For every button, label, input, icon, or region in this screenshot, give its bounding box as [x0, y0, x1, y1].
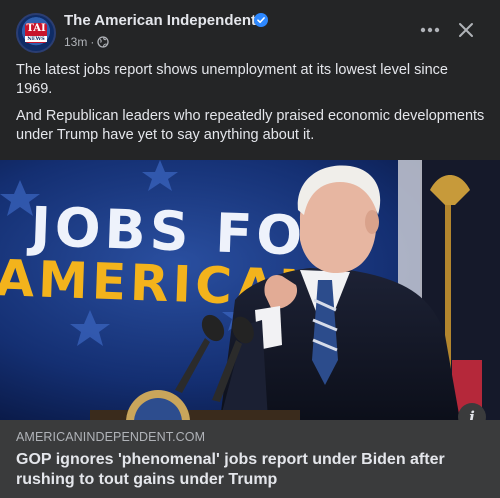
- post-image[interactable]: JOBS FOR AMERICAN: [0, 160, 500, 420]
- link-title[interactable]: GOP ignores 'phenomenal' jobs report und…: [16, 450, 486, 490]
- post-paragraph: And Republican leaders who repeatedly pr…: [16, 108, 485, 143]
- page-name[interactable]: The American Independent: [64, 12, 256, 29]
- close-button[interactable]: [454, 18, 478, 42]
- more-options-button[interactable]: [418, 18, 442, 42]
- link-domain[interactable]: AMERICANINDEPENDENT.COM: [16, 430, 205, 444]
- globe-icon: [97, 36, 109, 48]
- post-time[interactable]: 13m: [64, 35, 87, 49]
- verified-badge-icon: [254, 13, 268, 27]
- avatar-logo: TAI NEWS: [25, 23, 47, 43]
- feed-post: TAI NEWS The American Independent 13m ·: [0, 0, 500, 498]
- avatar-text: TAI: [26, 23, 46, 34]
- post-header: TAI NEWS The American Independent 13m ·: [0, 0, 500, 56]
- avatar-subtext: NEWS: [25, 36, 47, 42]
- meta-separator: ·: [90, 35, 95, 49]
- more-icon: [420, 27, 440, 33]
- avatar[interactable]: TAI NEWS: [16, 13, 56, 53]
- post-meta: 13m ·: [64, 35, 109, 49]
- photo-illustration: JOBS FOR AMERICAN: [0, 160, 500, 420]
- close-icon: [459, 23, 473, 37]
- post-paragraph: The latest jobs report shows unemploymen…: [16, 62, 448, 97]
- post-text: The latest jobs report shows unemploymen…: [16, 61, 486, 153]
